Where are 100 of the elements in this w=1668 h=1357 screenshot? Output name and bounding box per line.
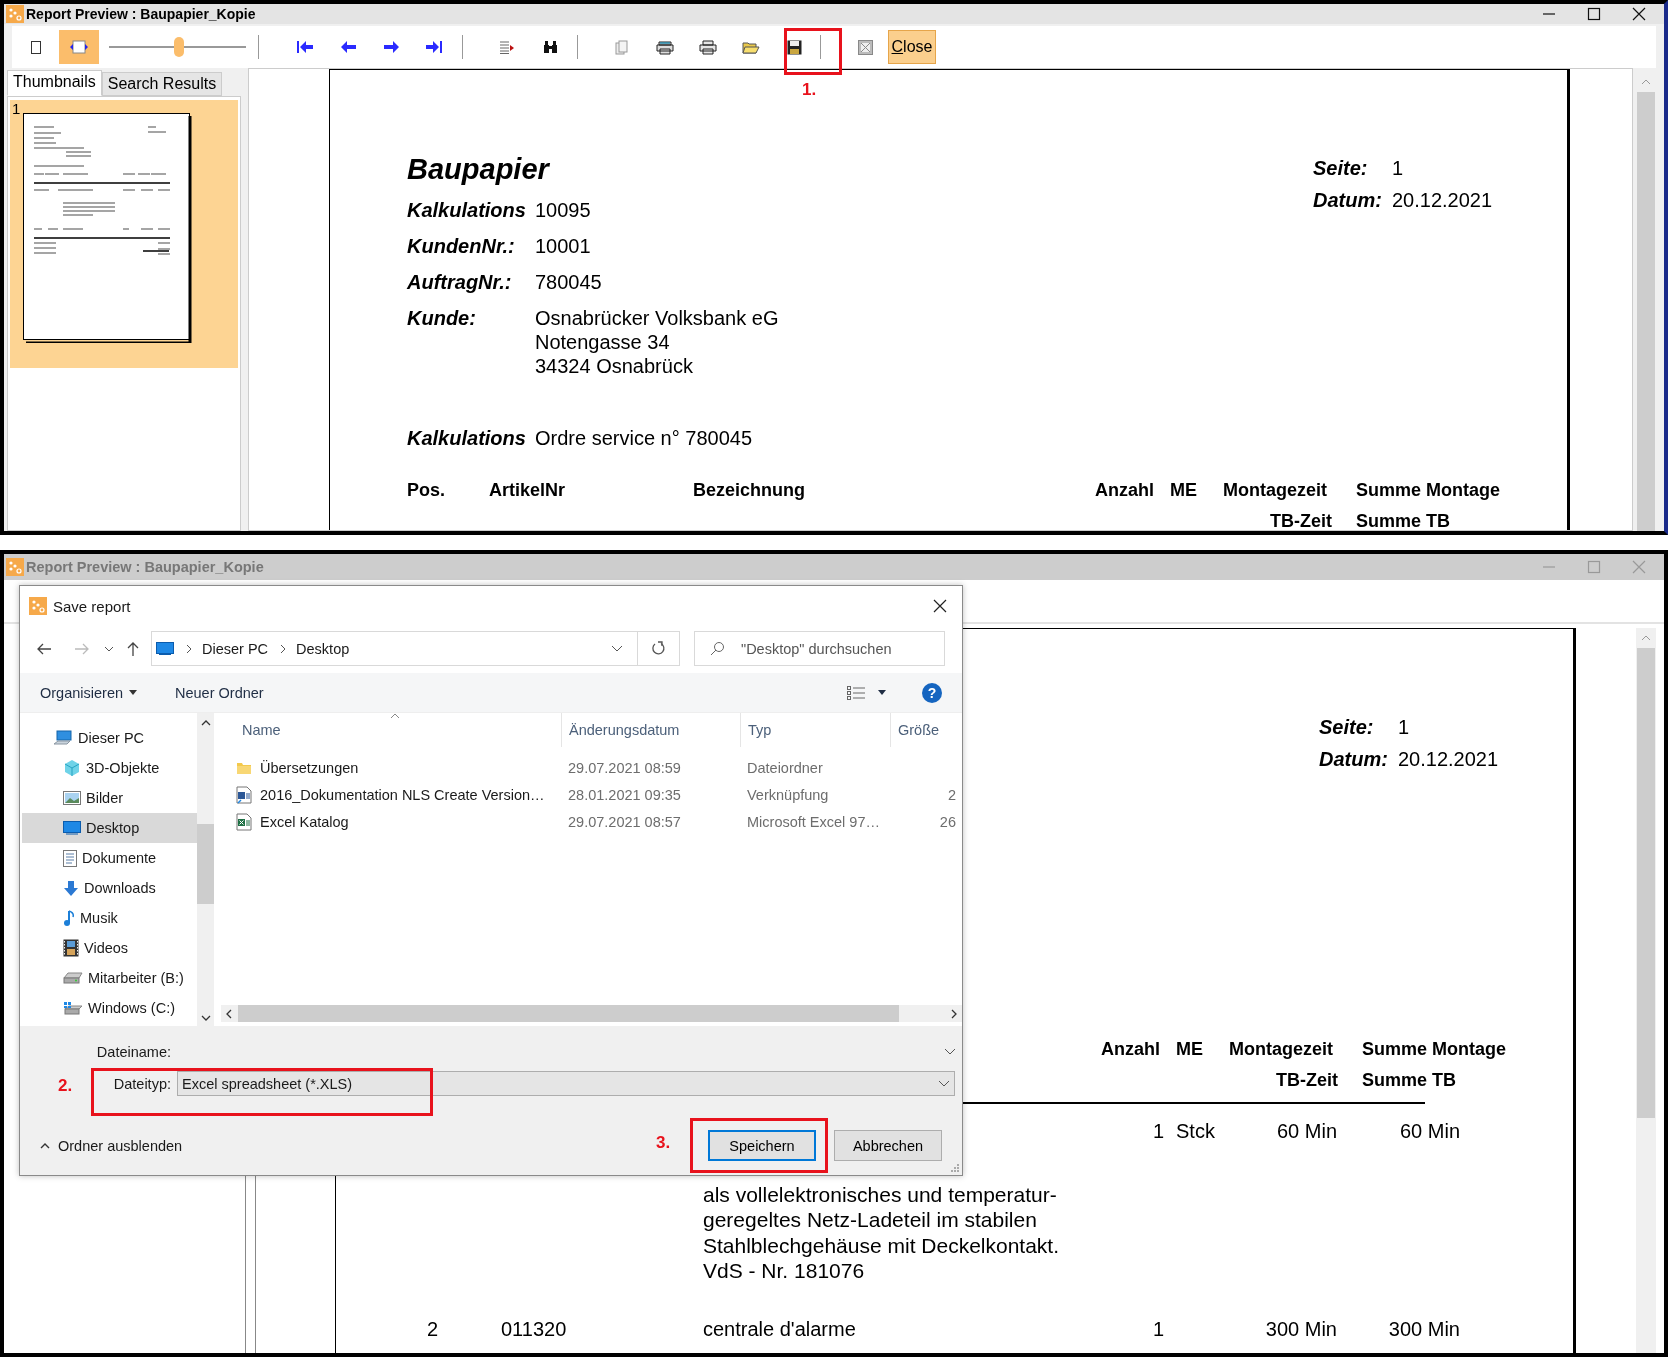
resize-grip-icon[interactable] <box>950 1163 959 1172</box>
fit-width-icon <box>70 40 88 54</box>
up-arrow-icon[interactable] <box>126 640 140 657</box>
scroll-left-icon[interactable] <box>225 1008 232 1019</box>
close-icon[interactable] <box>933 599 947 613</box>
close-button[interactable]: Close <box>888 30 936 64</box>
folder-icon <box>742 40 760 54</box>
search-icon <box>710 641 725 656</box>
chevron-right-icon <box>186 643 192 654</box>
breadcrumb-item[interactable]: Desktop <box>296 640 350 657</box>
chevron-down-icon[interactable] <box>104 645 114 652</box>
chevron-down-icon[interactable] <box>611 645 623 652</box>
table-cell: centrale d'alarme <box>703 1317 856 1340</box>
caret-down-icon[interactable] <box>878 690 886 695</box>
cube-icon <box>63 759 81 777</box>
app-icon <box>29 597 47 615</box>
new-folder-button[interactable]: Neuer Ordner <box>175 684 264 701</box>
maximize-icon[interactable] <box>1587 7 1601 21</box>
column-header[interactable]: Größe <box>890 713 960 747</box>
field-label: Kunde: <box>407 306 477 331</box>
nav-item[interactable]: Windows (C:) <box>22 993 197 1023</box>
caret-down-icon[interactable] <box>129 690 137 695</box>
sidebar-tab[interactable]: Thumbnails <box>7 70 102 96</box>
nav-item[interactable]: Dokumente <box>22 843 197 873</box>
hide-folders-button[interactable]: Ordner ausblenden <box>34 1136 189 1155</box>
file-row[interactable]: Übersetzungen 29.07.2021 08:59 Dateiordner <box>221 754 962 781</box>
file-row[interactable]: 2016_Dokumentation NLS Create Version… 28.01.2021 09:35 Verknüpfung 2 <box>221 781 962 808</box>
table-cell: 60 Min <box>1399 1119 1460 1142</box>
nav-item[interactable]: Bilder <box>22 783 197 813</box>
page-number: 1 <box>1392 156 1404 181</box>
field-value: Osnabrücker Volksbank eG <box>535 306 779 330</box>
nav-item[interactable]: Musik <box>22 903 197 933</box>
table-cell: Stck <box>1176 1119 1215 1142</box>
refresh-button[interactable] <box>638 631 680 666</box>
sort-caret-icon <box>390 713 400 719</box>
field-label: Kalkulations <box>407 426 527 450</box>
column-header: Pos. <box>407 480 445 500</box>
date-label: Datum: <box>1319 747 1389 772</box>
scrollbar[interactable] <box>197 713 214 1026</box>
back-arrow-icon[interactable] <box>36 641 52 656</box>
printer-stack-icon <box>656 39 674 55</box>
nav-item[interactable]: Desktop <box>22 813 197 843</box>
field-value: 10001 <box>535 234 591 258</box>
chevron-right-icon <box>280 643 287 654</box>
report-title: Baupapier <box>407 152 551 186</box>
breadcrumb-item[interactable]: Dieser PC <box>202 640 269 657</box>
document-shortcut-icon <box>236 785 252 804</box>
chevron-down-icon[interactable] <box>944 1048 956 1055</box>
drive-icon <box>63 972 83 984</box>
table-cell: 300 Min <box>1265 1317 1337 1340</box>
scroll-right-icon[interactable] <box>951 1008 958 1019</box>
column-header: Anzahl <box>1095 480 1154 500</box>
monitor-icon <box>63 821 81 835</box>
chevron-down-icon[interactable] <box>938 1080 950 1087</box>
column-header[interactable]: Änderungsdatum <box>561 713 740 747</box>
date-value: 20.12.2021 <box>1398 747 1499 772</box>
file-type: Verknüpfung <box>746 786 830 803</box>
nav-item[interactable]: Downloads <box>22 873 197 903</box>
dialog-button[interactable]: Abbrechen <box>834 1130 942 1161</box>
highlight-box <box>784 28 842 75</box>
description-line: Stahlblechgehäuse mit Deckelkontakt. <box>703 1232 1061 1258</box>
slider-thumb[interactable] <box>173 37 184 57</box>
file-row[interactable]: Excel Katalog 29.07.2021 08:57 Microsoft Excel 97… 26 <box>221 808 962 835</box>
address-bar[interactable]: Dieser PC Desktop <box>151 631 638 666</box>
nav-item[interactable]: Mitarbeiter (B:) <box>22 963 197 993</box>
thumbnail-item[interactable]: 1 <box>10 100 238 368</box>
date-label: Datum: <box>1313 188 1383 213</box>
help-button[interactable]: ? <box>922 682 942 703</box>
column-header: ME <box>1176 1039 1203 1059</box>
pages-icon <box>615 39 629 55</box>
view-options-icon[interactable] <box>847 685 865 700</box>
scroll-down-icon[interactable] <box>200 1015 211 1022</box>
close-icon[interactable] <box>1632 7 1646 21</box>
nav-item[interactable]: 3D-Objekte <box>22 753 197 783</box>
column-header[interactable]: Typ <box>740 713 890 747</box>
nav-item[interactable]: Videos <box>22 933 197 963</box>
search-field[interactable]: "Desktop" durchsuchen <box>694 631 945 666</box>
scroll-up-icon[interactable] <box>200 719 211 726</box>
chevron-up-icon <box>40 1142 50 1149</box>
window-title: Report Preview : Baupapier_Kopie <box>26 6 256 22</box>
description-line: VdS - Nr. 181076 <box>703 1258 866 1284</box>
column-header: Summe TB <box>1356 511 1451 530</box>
dialog-button[interactable]: Speichern <box>708 1130 816 1161</box>
filetype-dropdown[interactable]: Excel spreadsheet (*.XLS) <box>177 1071 955 1096</box>
table-cell: 1 <box>1152 1317 1164 1340</box>
left-arrow-icon <box>339 40 357 54</box>
zoom-slider[interactable] <box>109 35 246 59</box>
file-type: Microsoft Excel 97… <box>746 813 881 830</box>
sidebar-tab[interactable]: Search Results <box>101 72 223 96</box>
printer-icon <box>699 39 717 55</box>
lines-arrow-icon <box>499 40 515 54</box>
column-header[interactable]: Name <box>221 713 561 747</box>
step-number: 1. <box>802 80 817 100</box>
nav-item[interactable]: Dieser PC <box>22 723 197 753</box>
scrollbar[interactable] <box>1636 628 1656 1353</box>
file-date: 29.07.2021 08:57 <box>567 813 682 830</box>
scrollbar[interactable] <box>221 1005 962 1022</box>
column-header: ArtikelNr <box>489 480 566 500</box>
field-label: AuftragNr.: <box>407 270 513 294</box>
organize-menu[interactable]: Organisieren <box>40 684 123 701</box>
